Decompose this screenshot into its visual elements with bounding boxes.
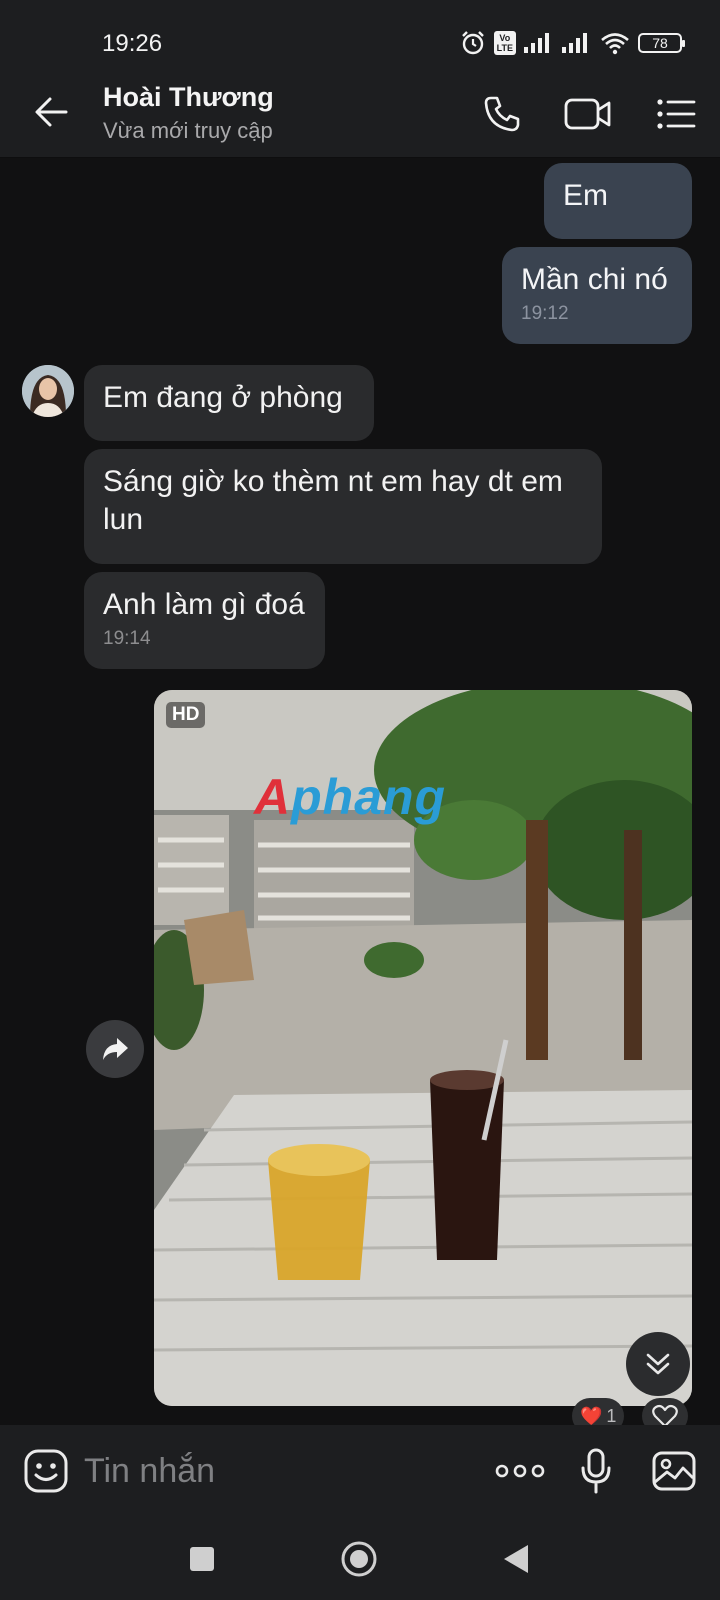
double-chevron-down-icon <box>646 1353 670 1375</box>
battery-indicator: 78 <box>638 33 685 53</box>
image-icon <box>652 1451 696 1491</box>
message-time: 19:14 <box>103 628 151 649</box>
message-text: Sáng giờ ko thèm nt em hay dt em lun <box>103 465 563 536</box>
more-options-button[interactable] <box>494 1445 546 1497</box>
back-nav-button[interactable] <box>492 1535 540 1583</box>
hd-badge: HD <box>166 702 206 728</box>
message-sent-2[interactable]: Mần chi nó 19:12 <box>502 247 692 344</box>
arrow-left-icon <box>35 97 68 127</box>
contact-avatar[interactable] <box>22 365 74 417</box>
list-icon <box>657 99 696 129</box>
message-time: 19:12 <box>521 303 569 324</box>
triangle-back-icon <box>504 1545 528 1573</box>
status-bar: 19:26 Vo LTE 78 <box>0 0 720 68</box>
contact-name[interactable]: Hoài Thương <box>103 82 274 113</box>
back-button[interactable] <box>30 90 74 134</box>
message-received-1[interactable]: Em đang ở phòng <box>84 365 374 441</box>
video-camera-icon <box>564 98 611 130</box>
wifi-icon <box>601 33 629 55</box>
emoji-face-icon <box>24 1449 68 1493</box>
video-call-button[interactable] <box>564 90 612 138</box>
options-menu-button[interactable] <box>652 90 700 138</box>
message-received-2[interactable]: Sáng giờ ko thèm nt em hay dt em lun <box>84 449 602 564</box>
emoji-button[interactable] <box>20 1445 72 1497</box>
phone-icon <box>484 96 520 132</box>
watermark-logo: Aphang <box>254 769 447 825</box>
home-button[interactable] <box>335 1535 383 1583</box>
recent-apps-button[interactable] <box>178 1535 226 1583</box>
circle-home-icon <box>341 1541 377 1577</box>
status-icons: Vo LTE 78 <box>460 30 685 56</box>
message-text: Anh làm gì đoá <box>103 588 305 621</box>
battery-level: 78 <box>652 35 668 51</box>
square-icon <box>190 1547 214 1571</box>
scroll-to-bottom-button[interactable] <box>626 1332 690 1396</box>
message-sent-1[interactable]: Em <box>544 163 692 239</box>
gallery-button[interactable] <box>648 1445 700 1497</box>
message-composer <box>0 1425 720 1517</box>
more-dots-icon <box>495 1464 545 1478</box>
contact-status: Vừa mới truy cập <box>103 118 273 143</box>
system-navigation-bar <box>0 1517 720 1600</box>
message-text: Em đang ở phòng <box>103 381 343 414</box>
reaction-emoji: ❤️ <box>580 1405 603 1426</box>
voice-record-button[interactable] <box>570 1445 622 1497</box>
signal-2-icon <box>562 33 587 53</box>
chat-header: Hoài Thương Vừa mới truy cập <box>0 68 720 158</box>
signal-1-icon <box>524 33 549 53</box>
share-arrow-icon <box>103 1038 128 1060</box>
message-text: Mần chi nó <box>521 263 668 296</box>
message-input[interactable] <box>84 1443 464 1499</box>
photo-message[interactable]: HD Aphang <box>154 690 692 1406</box>
status-time: 19:26 <box>102 30 163 57</box>
microphone-icon <box>581 1448 611 1494</box>
call-button[interactable] <box>478 90 526 138</box>
reaction-count: 1 <box>606 1405 617 1426</box>
message-received-3[interactable]: Anh làm gì đoá 19:14 <box>84 572 325 669</box>
alarm-icon <box>461 31 484 55</box>
forward-button[interactable] <box>86 1020 144 1078</box>
volte-badge: Vo LTE <box>493 31 516 55</box>
message-text: Em <box>563 179 608 212</box>
